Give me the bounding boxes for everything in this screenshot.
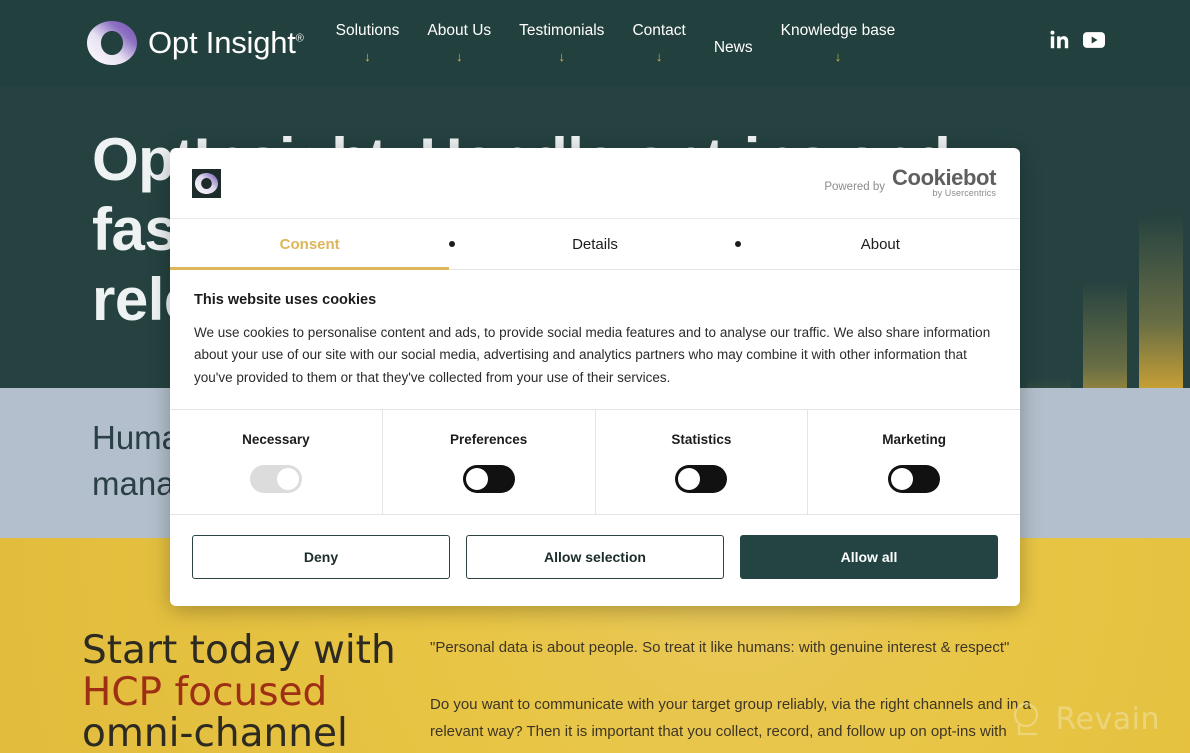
nav-label: Knowledge base [780, 22, 896, 40]
revain-logo-icon [1013, 702, 1038, 736]
tab-label: About [860, 235, 900, 253]
nav-label: News [713, 39, 753, 57]
nav-item-news[interactable]: News [700, 40, 767, 56]
chevron-down-icon: ↓ [834, 48, 842, 64]
main-nav: Solutions ↓ About Us ↓ Testimonials ↓ Co… [322, 23, 910, 63]
toggle-knob [891, 467, 914, 490]
chevron-down-icon: ↓ [558, 48, 566, 64]
revain-wordmark: Revain [1055, 701, 1160, 737]
deny-button[interactable]: Deny [192, 535, 450, 580]
optinsight-logo-icon [87, 21, 137, 65]
cookiebot-subtitle: by Usercentrics [932, 188, 996, 199]
category-necessary: Necessary [170, 410, 383, 515]
brand-trademark: ® [295, 32, 304, 45]
nav-label: Testimonials [519, 22, 605, 40]
body-paragraph: Do you want to communicate with your tar… [430, 696, 1031, 740]
cookie-dialog-header: Powered by Cookiebot by Usercentrics [170, 148, 1020, 218]
toggle-marketing[interactable] [888, 464, 941, 493]
category-label: Marketing [882, 431, 946, 447]
allow-selection-button[interactable]: Allow selection [466, 535, 724, 580]
revain-watermark: Revain [1007, 699, 1160, 739]
toggle-preferences[interactable] [462, 464, 515, 493]
cta-line-1: Start today with [82, 628, 396, 673]
tab-label: Details [572, 235, 618, 253]
site-logo-icon [192, 168, 221, 198]
cookie-category-row: Necessary Preferences Statistics Marketi… [170, 409, 1020, 516]
cookiebot-name: Cookiebot [892, 164, 996, 190]
cta-heading: Start today with HCP focused omni-channe… [82, 630, 396, 753]
category-statistics: Statistics [596, 410, 809, 515]
toggle-statistics[interactable] [675, 464, 728, 493]
brand-logo[interactable]: Opt Insight® [84, 18, 304, 68]
cookiebot-branding[interactable]: Powered by Cookiebot by Usercentrics [824, 164, 996, 199]
site-header: Opt Insight® Solutions ↓ About Us ↓ Test… [0, 0, 1190, 86]
cookie-consent-dialog: Powered by Cookiebot by Usercentrics Con… [170, 148, 1020, 606]
cookiebot-logo: Cookiebot by Usercentrics [892, 164, 996, 199]
cookie-dialog-heading: This website uses cookies [194, 292, 377, 308]
tab-about[interactable]: About [741, 219, 1020, 269]
chevron-down-icon: ↓ [655, 48, 663, 64]
category-marketing: Marketing [808, 410, 1020, 514]
powered-by-label: Powered by [824, 181, 886, 194]
toggle-necessary [249, 464, 302, 493]
tab-label: Consent [279, 235, 340, 253]
toggle-knob [276, 467, 299, 490]
toggle-knob [678, 467, 701, 490]
tab-consent[interactable]: Consent [170, 219, 450, 270]
chevron-down-icon: ↓ [364, 48, 371, 64]
youtube-icon[interactable] [1083, 31, 1105, 48]
cookie-dialog-tabs: Consent Details About [170, 218, 1020, 270]
category-label: Necessary [242, 431, 310, 447]
nav-item-knowledge-base[interactable]: Knowledge base ↓ [767, 23, 910, 63]
nav-label: Contact [632, 22, 686, 40]
cookie-dialog-body: This website uses cookies We use cookies… [170, 270, 1020, 409]
linkedin-icon[interactable] [1050, 30, 1069, 49]
quote-text: "Personal data is about people. So treat… [430, 639, 1010, 656]
page-root: OptInsight. Handle opt-ins and faster, w… [0, 0, 1190, 753]
brand-name: Opt Insight® [148, 25, 304, 60]
allow-all-button[interactable]: Allow all [740, 535, 998, 580]
nav-item-solutions[interactable]: Solutions ↓ [322, 23, 414, 63]
chevron-down-icon: ↓ [456, 48, 463, 64]
category-label: Statistics [671, 431, 732, 447]
nav-item-about-us[interactable]: About Us ↓ [413, 23, 505, 63]
nav-item-contact[interactable]: Contact ↓ [618, 23, 699, 63]
cookie-dialog-paragraph: We use cookies to personalise content an… [194, 325, 991, 385]
tab-details[interactable]: Details [455, 219, 734, 269]
nav-label: About Us [427, 22, 492, 40]
social-links [1050, 30, 1105, 49]
nav-item-testimonials[interactable]: Testimonials ↓ [505, 23, 618, 63]
toggle-knob [465, 467, 488, 490]
nav-label: Solutions [335, 22, 400, 40]
cta-line-2-highlight: HCP focused [82, 669, 328, 715]
cookie-dialog-actions: Deny Allow selection Allow all [170, 515, 1020, 599]
cta-line-3: omni-channel [82, 711, 348, 753]
category-preferences: Preferences [383, 410, 596, 515]
category-label: Preferences [449, 431, 528, 447]
